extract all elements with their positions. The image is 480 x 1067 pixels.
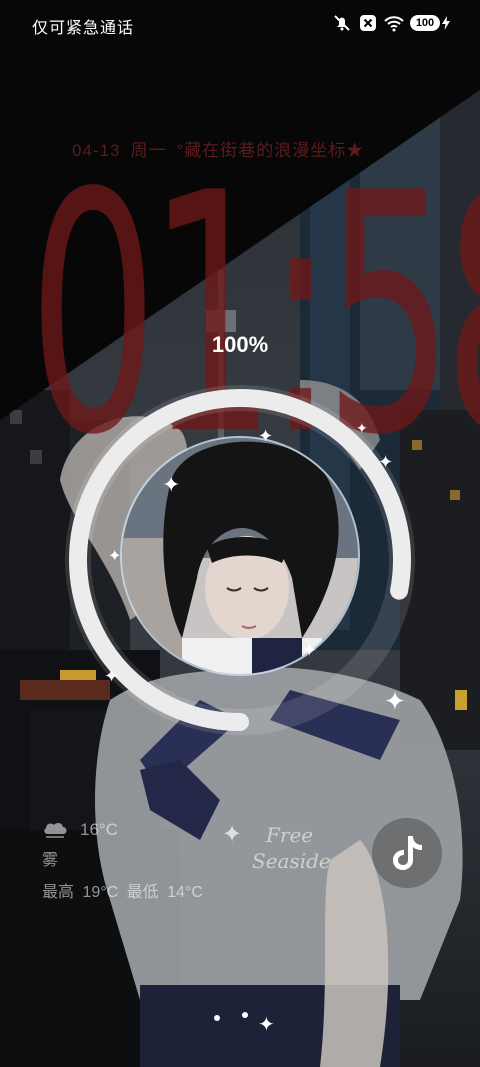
status-bar: 仅可紧急通话 100 xyxy=(0,0,480,48)
charging-bolt-icon xyxy=(442,16,450,30)
tiktok-icon xyxy=(393,836,422,870)
lock-screen: 仅可紧急通话 100 04-13 周一 °藏在街巷的浪漫坐标★ 01: 100%… xyxy=(0,0,480,1067)
sparkle-icon: ✦ xyxy=(384,686,406,716)
cloud-fog-icon xyxy=(44,822,67,838)
tiktok-shortcut-button[interactable] xyxy=(372,818,442,888)
button-dot xyxy=(242,1012,248,1018)
wifi-icon xyxy=(384,16,404,32)
weather-widget[interactable]: 16°C 雾 最高 19°C 最低 14°C xyxy=(42,820,207,902)
signature-text: Free Seaside xyxy=(252,822,331,874)
sparkle-icon: ✦ xyxy=(258,1014,275,1036)
temperature-range: 最高 19°C 最低 14°C xyxy=(42,878,207,902)
status-icons: 100 xyxy=(332,14,450,32)
button-dot xyxy=(214,1015,220,1021)
sparkle-icon: ✦ xyxy=(104,666,120,686)
signature-line-2: Seaside xyxy=(252,849,331,873)
high-value: 19°C xyxy=(82,884,119,901)
progress-percent: 100% xyxy=(211,332,269,357)
weather-condition: 雾 xyxy=(42,852,59,869)
high-label: 最高 xyxy=(42,884,75,901)
low-value: 14°C xyxy=(167,884,203,901)
battery-icon: 100 xyxy=(410,15,440,31)
sparkle-icon: ✦ xyxy=(222,821,243,848)
sparkle-icon: ✦ xyxy=(258,426,274,446)
sparkle-icon: ✦ xyxy=(356,420,368,436)
sparkle-icon: ✦ xyxy=(378,452,394,472)
carrier-text: 仅可紧急通话 xyxy=(32,20,135,37)
signature-line-1: Free xyxy=(266,823,314,847)
close-box-icon xyxy=(360,15,376,31)
sparkle-icon: ✦ xyxy=(162,472,181,497)
battery-indicator: 100 xyxy=(410,15,450,31)
sparkle-icon: ✦ xyxy=(108,548,122,565)
mute-bell-icon xyxy=(334,15,350,31)
temperature: 16°C xyxy=(80,820,118,839)
sparkle-icon: ✦ xyxy=(302,640,318,660)
low-label: 最低 xyxy=(126,884,159,901)
